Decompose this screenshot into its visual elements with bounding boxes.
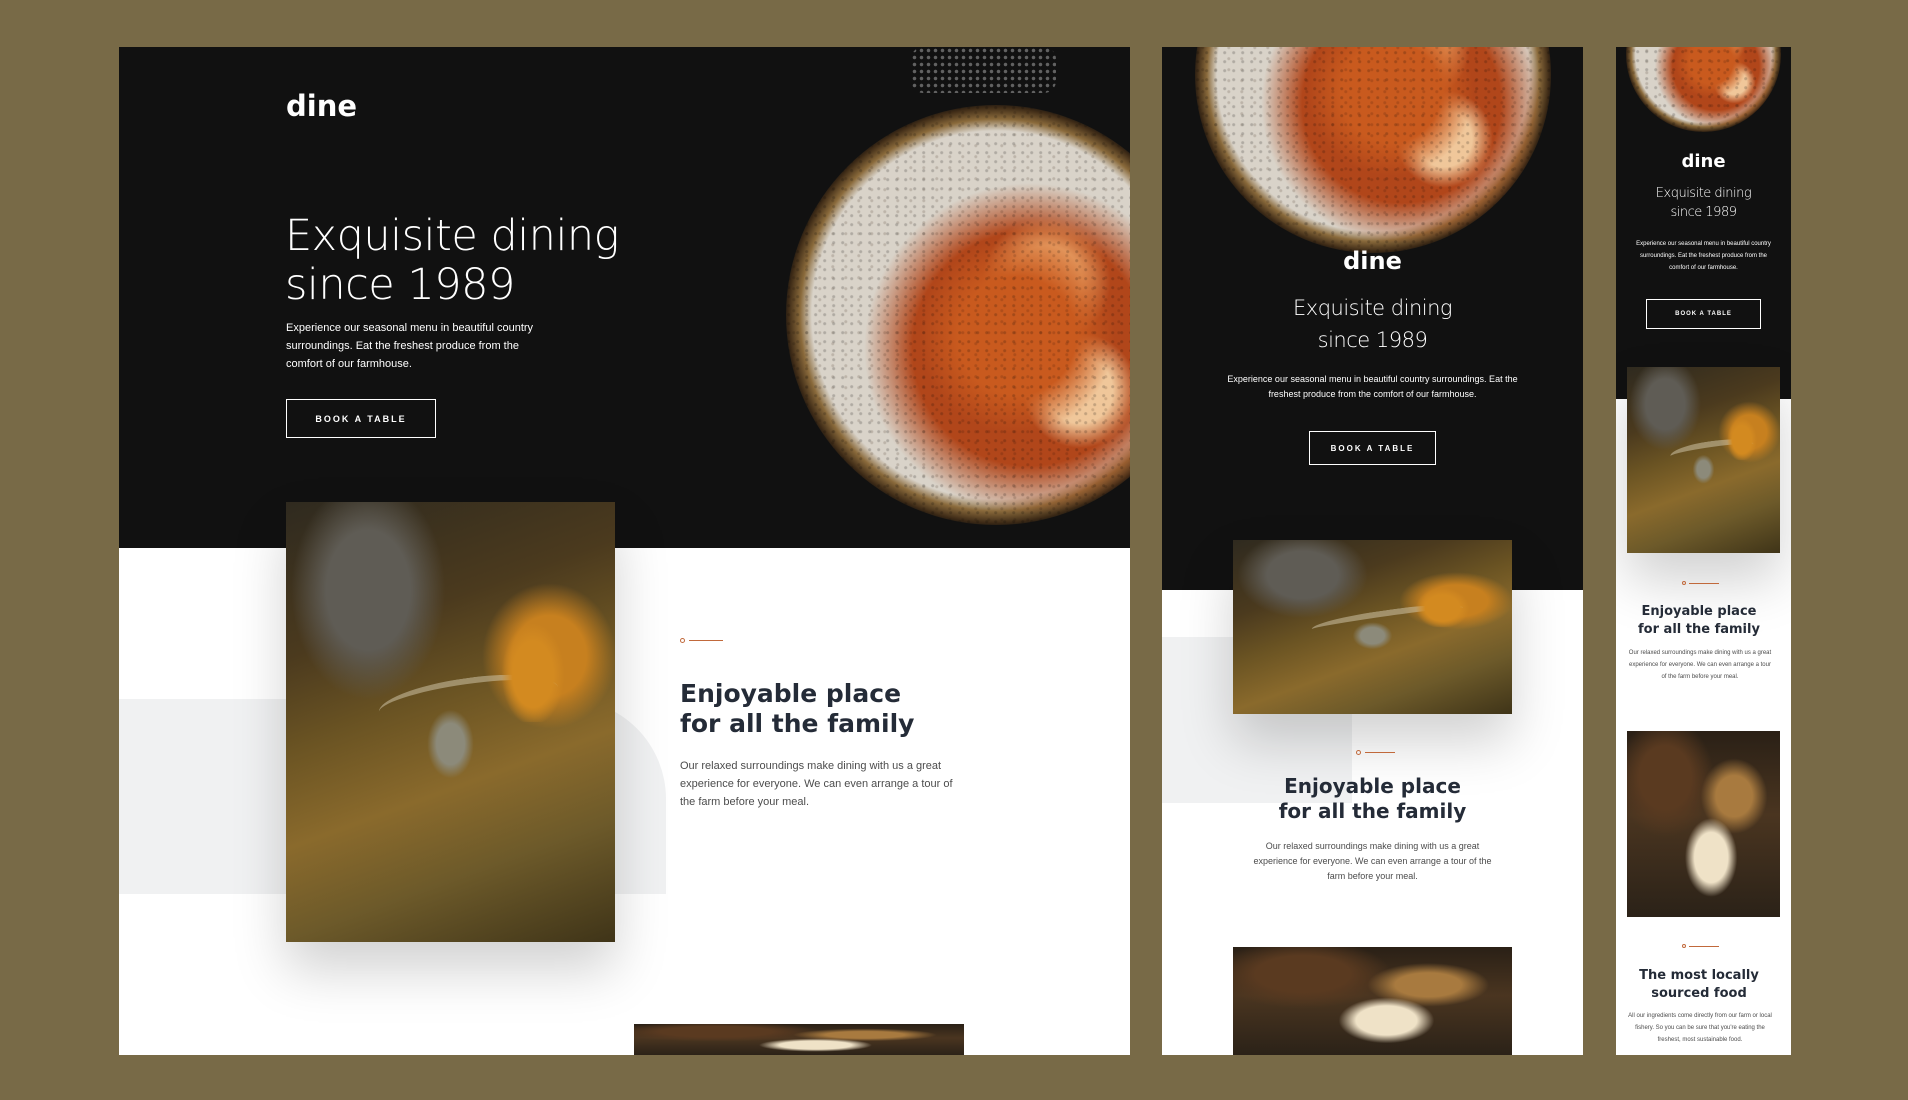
farm-landscape-image bbox=[286, 502, 615, 942]
hero-title-line2: since 1989 bbox=[285, 260, 515, 310]
dessert-image-mobile bbox=[1627, 731, 1780, 917]
feature-description-local-food-mobile: All our ingredients come directly from o… bbox=[1628, 1013, 1772, 1043]
feature-title-line2: sourced food bbox=[1651, 986, 1747, 1001]
feature-title-family-tablet: Enjoyable place for all the family bbox=[1162, 774, 1583, 824]
logo-tablet[interactable]: dine bbox=[1162, 247, 1583, 275]
hero-title-tablet: Exquisite dining since 1989 bbox=[1162, 292, 1583, 356]
logo-mobile[interactable]: dine bbox=[1616, 151, 1791, 172]
tablet-panel: dine Exquisite dining since 1989 Experie… bbox=[1162, 47, 1583, 1055]
hero-title-line1: Exquisite dining bbox=[285, 211, 619, 261]
feature-title-line2: for all the family bbox=[1638, 622, 1760, 637]
feature-title-line1: Enjoyable place bbox=[680, 679, 902, 708]
pattern-divider-dot bbox=[1682, 581, 1686, 585]
feature-title-family-mobile: Enjoyable place for all the family bbox=[1616, 603, 1782, 639]
hero-description: Experience our seasonal menu in beautifu… bbox=[286, 322, 534, 370]
feature-title-line1: The most locally bbox=[1639, 968, 1759, 983]
hero-description-tablet: Experience our seasonal menu in beautifu… bbox=[1227, 374, 1518, 399]
book-table-button[interactable]: BOOK A TABLE bbox=[286, 399, 436, 438]
pattern-divider-line bbox=[1689, 583, 1719, 584]
feature-title-line2: for all the family bbox=[680, 709, 915, 738]
book-table-button-mobile[interactable]: BOOK A TABLE bbox=[1646, 299, 1761, 329]
hero-title-line2: since 1989 bbox=[1670, 205, 1738, 220]
hero-title-mobile: Exquisite dining since 1989 bbox=[1616, 184, 1791, 222]
logo[interactable]: dine bbox=[286, 89, 357, 123]
landscape-tree bbox=[1724, 415, 1759, 460]
hero-title: Exquisite dining since 1989 bbox=[285, 212, 619, 310]
feature-description-family-mobile: Our relaxed surroundings make dining wit… bbox=[1628, 650, 1772, 680]
desktop-panel: dine Exquisite dining since 1989 Experie… bbox=[119, 47, 1130, 1055]
dessert-image-peek bbox=[634, 1024, 964, 1055]
farm-landscape-image-tablet bbox=[1233, 540, 1512, 714]
book-table-button-tablet[interactable]: BOOK A TABLE bbox=[1309, 431, 1436, 465]
feature-description-family-tablet: Our relaxed surroundings make dining wit… bbox=[1253, 841, 1492, 881]
pattern-divider-line bbox=[1365, 752, 1395, 753]
feature-title-family: Enjoyable place for all the family bbox=[680, 679, 914, 739]
hero-title-line1: Exquisite dining bbox=[1293, 296, 1453, 320]
feature-title-local-food-mobile: The most locally sourced food bbox=[1616, 967, 1782, 1003]
pattern-divider-dot bbox=[1356, 750, 1361, 755]
feature-title-line2: for all the family bbox=[1278, 799, 1467, 823]
dessert-image-tablet bbox=[1233, 947, 1512, 1055]
feature-description-family: Our relaxed surroundings make dining wit… bbox=[680, 760, 953, 808]
landscape-tree bbox=[1411, 585, 1473, 627]
farm-landscape-image-mobile bbox=[1627, 367, 1780, 553]
hero-title-line2: since 1989 bbox=[1317, 328, 1428, 352]
feature-title-line1: Enjoyable place bbox=[1641, 604, 1757, 619]
mobile-panel: dine Exquisite dining since 1989 Experie… bbox=[1616, 47, 1791, 1055]
decorative-mesh bbox=[911, 47, 1056, 93]
landscape-tree bbox=[496, 616, 569, 722]
feature-title-line1: Enjoyable place bbox=[1284, 774, 1461, 798]
pattern-divider-line bbox=[689, 640, 723, 641]
pattern-divider-dot bbox=[1682, 944, 1686, 948]
pattern-divider-line bbox=[1689, 946, 1719, 947]
hero-title-line1: Exquisite dining bbox=[1655, 186, 1752, 201]
pattern-divider-dot bbox=[680, 638, 685, 643]
hero-description-mobile: Experience our seasonal menu in beautifu… bbox=[1636, 241, 1771, 271]
